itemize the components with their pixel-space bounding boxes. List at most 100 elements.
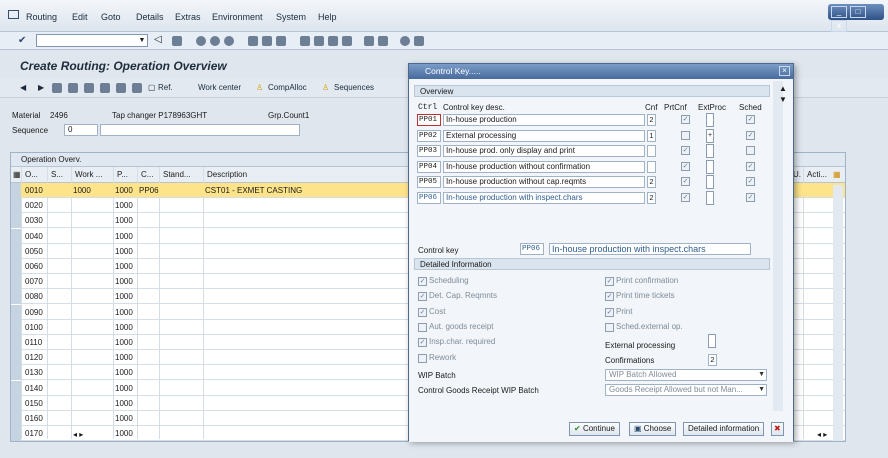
- row-selector[interactable]: [11, 228, 21, 244]
- cell-op[interactable]: 0170: [25, 429, 43, 438]
- cell-p[interactable]: 1000: [115, 338, 133, 347]
- compalloc-icon[interactable]: ♙: [256, 83, 263, 92]
- col-description[interactable]: Description: [207, 170, 247, 179]
- chevron-down-icon[interactable]: ▼: [758, 370, 765, 380]
- chevron-down-icon[interactable]: ▼: [758, 385, 765, 395]
- col-u[interactable]: U.: [793, 170, 801, 179]
- ck-desc[interactable]: In-house production without cap.reqmts: [443, 176, 645, 188]
- grid-vertical-scrollbar[interactable]: [833, 185, 843, 441]
- col-work[interactable]: Work ...: [75, 170, 102, 179]
- detailed-info-button[interactable]: Detailed information: [683, 422, 765, 436]
- cell-p[interactable]: 1000: [115, 232, 133, 241]
- column-config-icon[interactable]: ▦: [833, 170, 841, 179]
- sequence-field[interactable]: 0: [64, 124, 98, 136]
- grid-horizontal-scroll[interactable]: ◂ ▸: [73, 430, 83, 439]
- sequences-icon[interactable]: ♙: [322, 83, 329, 92]
- ref-button[interactable]: Ref.: [158, 83, 173, 92]
- external-processing-field[interactable]: [708, 334, 716, 348]
- ck-desc[interactable]: External processing: [443, 129, 645, 142]
- maximize-button[interactable]: □: [850, 6, 866, 18]
- row-selector[interactable]: [11, 319, 21, 335]
- row-selector[interactable]: [11, 304, 21, 320]
- cell-p[interactable]: 1000: [115, 323, 133, 332]
- hierarchy-icon[interactable]: [116, 83, 126, 93]
- sap-menu-icon[interactable]: [8, 10, 19, 19]
- scroll-down-icon[interactable]: ▼: [779, 95, 787, 104]
- prev-arrow-icon[interactable]: ◀: [20, 83, 26, 92]
- cell-op[interactable]: 0150: [25, 399, 43, 408]
- menu-extras[interactable]: Extras: [175, 12, 201, 22]
- menu-goto[interactable]: Goto: [101, 12, 121, 22]
- enter-icon[interactable]: ✔: [18, 35, 26, 46]
- cell-p[interactable]: 1000: [115, 384, 133, 393]
- ck-code[interactable]: PP04: [417, 160, 441, 173]
- row-selector[interactable]: [11, 198, 21, 214]
- control-key-row[interactable]: PP02 External processing 1 + ✓: [417, 128, 767, 144]
- ck-code[interactable]: PP06: [417, 191, 441, 204]
- col-stand[interactable]: Stand...: [163, 170, 191, 179]
- menu-environment[interactable]: Environment: [212, 12, 263, 22]
- paste-icon[interactable]: [84, 83, 94, 93]
- row-selector[interactable]: [11, 350, 21, 366]
- cell-op[interactable]: 0040: [25, 232, 43, 241]
- cell-op[interactable]: 0030: [25, 216, 43, 225]
- ck-desc[interactable]: In-house production: [443, 114, 645, 126]
- col-s[interactable]: S...: [51, 170, 63, 179]
- row-selector[interactable]: [11, 274, 21, 290]
- choose-button[interactable]: ▣ Choose: [629, 422, 677, 436]
- cell-p[interactable]: 1000: [115, 216, 133, 225]
- last-page-icon[interactable]: [342, 36, 352, 46]
- cell-op[interactable]: 0140: [25, 384, 43, 393]
- work-center-button[interactable]: Work center: [198, 83, 241, 92]
- wip-batch-select[interactable]: WIP Batch Allowed ▼: [605, 369, 767, 381]
- ck-desc[interactable]: In-house production with inspect.chars: [443, 191, 645, 204]
- col-activity[interactable]: Acti...: [807, 170, 827, 179]
- first-page-icon[interactable]: [300, 36, 310, 46]
- new-session-icon[interactable]: [364, 36, 374, 46]
- cell-p[interactable]: 1000: [115, 262, 133, 271]
- row-selector[interactable]: [11, 426, 21, 442]
- menu-system[interactable]: System: [276, 12, 306, 22]
- row-selector[interactable]: [11, 380, 21, 396]
- cell-p[interactable]: 1000: [115, 277, 133, 286]
- row-selector[interactable]: [11, 243, 21, 259]
- next-page-icon[interactable]: [328, 36, 338, 46]
- menu-edit[interactable]: Edit: [72, 12, 88, 22]
- cell-op[interactable]: 0090: [25, 308, 43, 317]
- cell-op[interactable]: 0080: [25, 292, 43, 301]
- close-icon[interactable]: ×: [779, 66, 790, 76]
- row-selector[interactable]: [11, 395, 21, 411]
- ck-code[interactable]: PP05: [417, 176, 441, 188]
- layout-icon[interactable]: [414, 36, 424, 46]
- cell-p[interactable]: 1000: [115, 399, 133, 408]
- col-c[interactable]: C...: [141, 170, 153, 179]
- shortcut-icon[interactable]: [378, 36, 388, 46]
- control-key-field[interactable]: PP06: [520, 243, 544, 255]
- ck-code[interactable]: PP02: [417, 129, 441, 142]
- cell-p[interactable]: 1000: [115, 429, 133, 438]
- grid-settings-icon[interactable]: ▦: [13, 170, 21, 179]
- dialog-scrollbar[interactable]: [773, 81, 783, 411]
- row-selector[interactable]: [11, 259, 21, 274]
- confirmations-field[interactable]: 2: [708, 354, 717, 366]
- back-icon[interactable]: [196, 36, 206, 46]
- prev-page-icon[interactable]: [314, 36, 324, 46]
- cancel-icon[interactable]: [224, 36, 234, 46]
- cell-c[interactable]: PP06: [139, 186, 159, 195]
- cell-op[interactable]: 0020: [25, 201, 43, 210]
- sequences-button[interactable]: Sequences: [334, 83, 374, 92]
- cell-p[interactable]: 1000: [115, 201, 133, 210]
- ck-code[interactable]: PP01: [417, 114, 441, 126]
- control-key-row[interactable]: PP01 In-house production 2 ✓ ✓: [417, 113, 767, 128]
- cell-p[interactable]: 1000: [115, 292, 133, 301]
- cell-work[interactable]: 1000: [73, 186, 91, 195]
- print-icon[interactable]: [248, 36, 258, 46]
- find-next-icon[interactable]: [276, 36, 286, 46]
- command-field[interactable]: ▼: [36, 34, 148, 47]
- save-icon[interactable]: [172, 36, 182, 46]
- cell-op[interactable]: 0060: [25, 262, 43, 271]
- row-selector[interactable]: [11, 213, 21, 229]
- chevron-down-icon[interactable]: ▼: [137, 35, 147, 46]
- cell-p[interactable]: 1000: [115, 368, 133, 377]
- control-key-row[interactable]: PP06 In-house production with inspect.cha…: [417, 190, 767, 206]
